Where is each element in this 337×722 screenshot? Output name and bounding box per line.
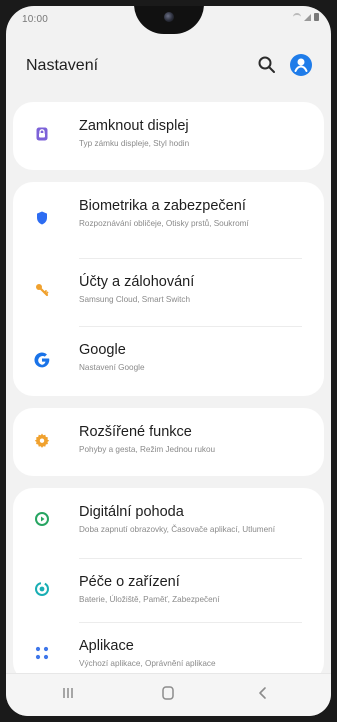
settings-item-device-care[interactable]: Péče o zařízení Baterie, Úložiště, Paměť… <box>13 558 324 622</box>
settings-item-subtitle: Nastavení Google <box>79 363 145 372</box>
wifi-icon <box>293 13 301 21</box>
settings-item-subtitle: Pohyby a gesta, Režim Jednou rukou <box>79 445 216 454</box>
status-time: 10:00 <box>22 14 49 25</box>
lock-screen-card: Zamknout displej Typ zámku displeje, Sty… <box>13 102 324 170</box>
settings-screen: 10:00 Nastavení Zamknout displej Typ zám… <box>6 6 331 716</box>
page-title: Nastavení <box>26 57 99 74</box>
settings-item-title: Zamknout displej <box>79 118 189 134</box>
settings-item-title: Aplikace <box>79 638 134 654</box>
settings-item-biometrics-security[interactable]: Biometrika a zabezpečení Rozpoznávání ob… <box>13 182 324 258</box>
settings-item-digital-wellbeing[interactable]: Digitální pohoda Doba zapnutí obrazovky,… <box>13 488 324 558</box>
settings-item-subtitle: Výchozí aplikace, Oprávnění aplikace <box>79 659 216 668</box>
device-apps-card: Digitální pohoda Doba zapnutí obrazovky,… <box>13 488 324 682</box>
shield-icon <box>37 211 47 225</box>
key-icon <box>36 284 49 297</box>
settings-item-title: Biometrika a zabezpečení <box>79 198 246 214</box>
navigation-bar <box>6 673 331 716</box>
profile-icon[interactable] <box>289 53 313 77</box>
gear-icon <box>34 433 50 448</box>
device-care-icon <box>35 582 49 596</box>
settings-header: Nastavení <box>6 44 331 88</box>
settings-item-lock-screen[interactable]: Zamknout displej Typ zámku displeje, Sty… <box>13 102 324 170</box>
settings-item-subtitle: Baterie, Úložiště, Paměť, Zabezpečení <box>79 595 220 604</box>
settings-item-accounts-backup[interactable]: Účty a zálohování Samsung Cloud, Smart S… <box>13 258 324 326</box>
advanced-features-card: Rozšířené funkce Pohyby a gesta, Režim J… <box>13 408 324 476</box>
settings-item-subtitle: Samsung Cloud, Smart Switch <box>79 295 191 304</box>
front-camera-icon <box>164 12 174 22</box>
settings-item-title: Rozšířené funkce <box>79 424 192 440</box>
settings-item-advanced-features[interactable]: Rozšířené funkce Pohyby a gesta, Režim J… <box>13 408 324 476</box>
google-icon <box>34 352 50 368</box>
status-icons <box>293 13 319 21</box>
signal-icon <box>304 13 311 21</box>
settings-item-title: Péče o zařízení <box>79 574 180 590</box>
lock-screen-icon <box>36 127 48 141</box>
settings-item-subtitle: Doba zapnutí obrazovky, Časovače aplikac… <box>79 525 275 534</box>
back-icon[interactable] <box>251 684 275 702</box>
search-icon[interactable] <box>257 55 277 75</box>
digital-wellbeing-icon <box>35 512 49 526</box>
settings-item-title: Google <box>79 342 126 358</box>
apps-icon <box>35 646 49 660</box>
security-accounts-card: Biometrika a zabezpečení Rozpoznávání ob… <box>13 182 324 396</box>
settings-item-title: Účty a zálohování <box>79 274 195 290</box>
phone-frame: 10:00 Nastavení Zamknout displej Typ zám… <box>0 0 337 722</box>
settings-item-subtitle: Typ zámku displeje, Styl hodin <box>79 139 190 148</box>
recent-apps-icon[interactable] <box>56 684 80 702</box>
settings-item-subtitle: Rozpoznávání obličeje, Otisky prstů, Sou… <box>79 219 249 228</box>
home-icon[interactable] <box>156 684 180 702</box>
settings-item-google[interactable]: Google Nastavení Google <box>13 326 324 396</box>
settings-item-title: Digitální pohoda <box>79 504 184 520</box>
battery-icon <box>314 13 319 21</box>
